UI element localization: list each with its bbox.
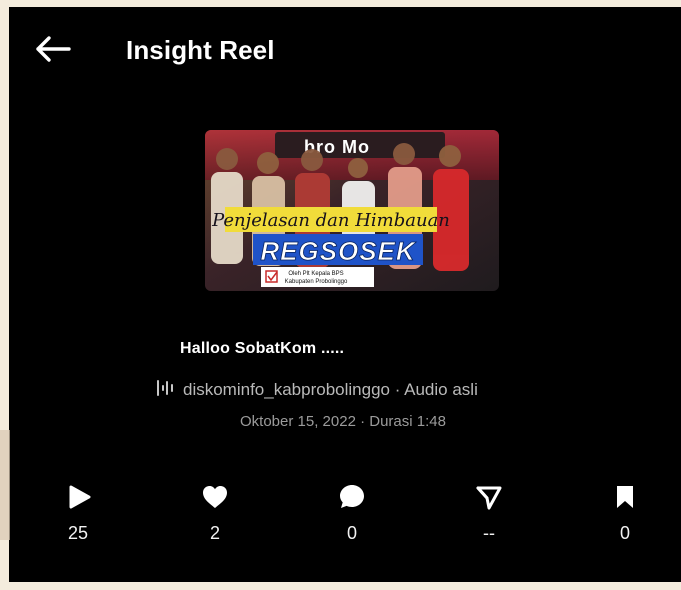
cover-headline: Penjelasan dan Himbauan	[211, 210, 450, 231]
back-button[interactable]	[31, 29, 75, 73]
reel-date-duration: Oktober 15, 2022 · Durasi 1:48	[240, 413, 446, 430]
comments-count: 0	[346, 523, 357, 543]
plays-count: 25	[67, 523, 89, 543]
share-icon	[475, 483, 503, 516]
reel-stats-bar: 25 2 0 -- 0	[9, 483, 681, 555]
comments-stat[interactable]: 0	[322, 483, 382, 547]
saves-count: 0	[619, 523, 630, 543]
saves-stat[interactable]: 0	[595, 485, 655, 547]
background-decoration	[0, 430, 10, 540]
insight-reel-screen: Insight Reel bro Mo Penjelasan dan Himba…	[9, 7, 681, 582]
bookmark-icon	[611, 483, 639, 516]
cover-program-name: REGSOSEK	[260, 236, 417, 266]
shares-stat[interactable]: --	[459, 485, 519, 547]
likes-count: 2	[209, 523, 220, 543]
cover-byline-line2: Kabupaten Probolinggo	[285, 279, 348, 285]
arrow-left-icon	[34, 35, 72, 68]
reel-caption: Halloo SobatKom .....	[180, 340, 345, 357]
audio-source-link[interactable]: diskominfo_kabprobolinggo · Audio asli	[155, 378, 478, 402]
shares-count: --	[483, 523, 495, 543]
plays-stat[interactable]: 25	[48, 485, 108, 547]
cover-byline-line1: Oleh Plt Kepala BPS	[288, 271, 343, 277]
header: Insight Reel	[9, 7, 681, 97]
audio-waveform-icon	[155, 378, 176, 403]
heart-icon	[201, 483, 229, 516]
play-icon	[64, 483, 92, 516]
comment-icon	[338, 483, 366, 516]
likes-stat[interactable]: 2	[185, 485, 245, 547]
reel-cover-image[interactable]: bro Mo Penjelasan dan Himbauan REGSOSEK	[205, 130, 499, 291]
page-title: Insight Reel	[126, 35, 275, 65]
audio-source-label: diskominfo_kabprobolinggo · Audio asli	[183, 380, 478, 399]
